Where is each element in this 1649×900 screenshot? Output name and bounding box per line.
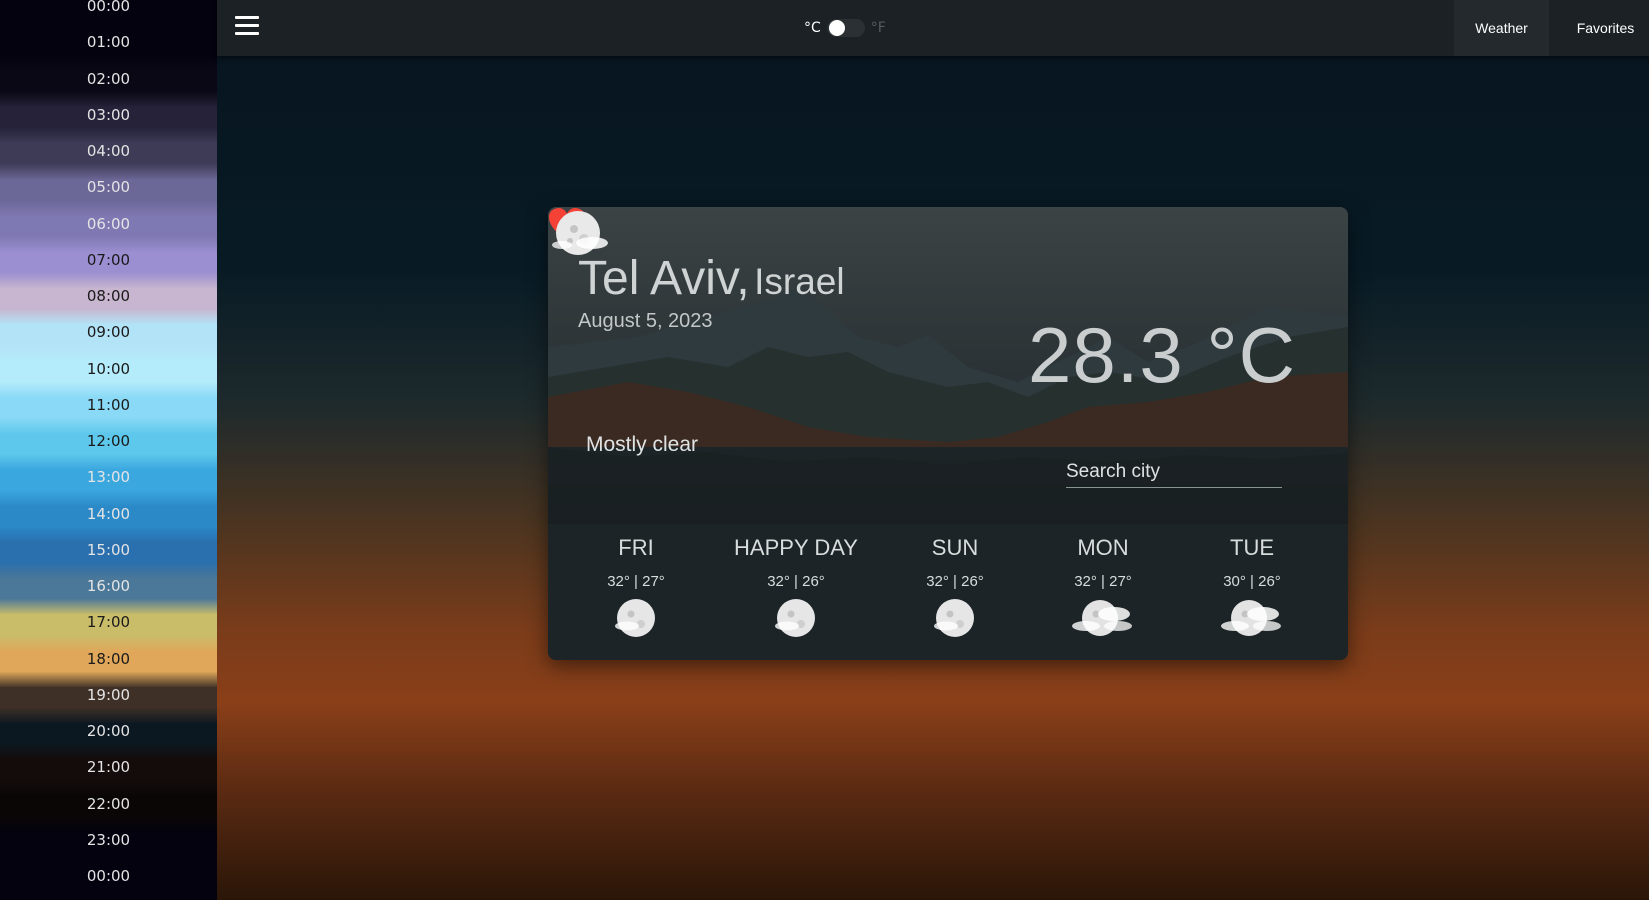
moon-partly-cloudy-icon xyxy=(615,599,655,637)
sidebar-hour-row: 11:00 xyxy=(0,396,217,434)
sidebar-hour-row: 09:00 xyxy=(0,324,217,362)
sidebar-hour-row: 15:00 xyxy=(0,541,217,579)
sidebar-hour-row: 17:00 xyxy=(0,614,217,652)
forecast-day-temps: 32° | 27° xyxy=(607,573,665,590)
sidebar-hour-row: 12:00 xyxy=(0,432,217,471)
forecast-day-temps: 32° | 26° xyxy=(926,573,984,590)
sidebar-hour-row: 00:00 xyxy=(0,867,217,900)
sidebar-hour-row: 04:00 xyxy=(0,142,217,181)
top-navbar: °C °F Weather Favorites xyxy=(217,0,1649,56)
unit-switch[interactable] xyxy=(826,19,865,37)
sidebar-hour-row: 16:00 xyxy=(0,577,217,616)
sidebar-hour-row: 08:00 xyxy=(0,287,217,326)
search-city-input[interactable] xyxy=(1066,457,1282,488)
forecast-day: TUE 30° | 26° xyxy=(1172,524,1332,642)
sidebar-hour-row: 10:00 xyxy=(0,360,217,398)
moon-partly-cloudy-icon xyxy=(775,599,815,637)
unit-toggle[interactable]: °C °F xyxy=(804,16,886,40)
nav-weather-link[interactable]: Weather xyxy=(1454,0,1549,56)
sidebar-hour-row: 23:00 xyxy=(0,831,217,869)
sidebar-hour-row: 05:00 xyxy=(0,179,217,217)
sidebar-hour-row: 14:00 xyxy=(0,505,217,543)
forecast-day-name: HAPPY DAY xyxy=(734,535,858,560)
fahrenheit-label: °F xyxy=(870,20,886,36)
forecast-day: MON 32° | 27° xyxy=(1023,524,1183,642)
forecast-day-name: TUE xyxy=(1230,535,1274,560)
nav-favorites-link[interactable]: Favorites xyxy=(1562,0,1649,56)
sidebar-hour-row: 06:00 xyxy=(0,215,217,253)
hour-sidebar: 00:00 01:00 02:00 03:00 04:00 05:00 06:00 07:00… xyxy=(0,0,217,900)
forecast-day-name: MON xyxy=(1077,535,1129,560)
forecast-day-temps: 32° | 27° xyxy=(1074,573,1132,590)
sidebar-hour-row: 13:00 xyxy=(0,469,217,507)
current-temperature: 28.3 °C xyxy=(1027,311,1296,399)
sidebar-hour-row: 07:00 xyxy=(0,251,217,289)
sidebar-hour-row: 21:00 xyxy=(0,759,217,797)
moon-cloudy-icon xyxy=(1221,600,1281,636)
sidebar-hour-row: 01:00 xyxy=(0,34,217,72)
sidebar-hour-row: 18:00 xyxy=(0,650,217,688)
moon-partly-cloudy-icon xyxy=(552,211,608,255)
location-title: Tel Aviv, Israel xyxy=(578,251,845,306)
forecast-day: HAPPY DAY 32° | 26° xyxy=(716,524,876,642)
current-date: August 5, 2023 xyxy=(578,310,713,332)
forecast-day-temps: 30° | 26° xyxy=(1223,573,1281,590)
condition-text: Mostly clear xyxy=(586,433,699,456)
celsius-label: °C xyxy=(804,20,821,36)
sidebar-hour-row: 19:00 xyxy=(0,686,217,724)
country-name: Israel xyxy=(754,261,845,302)
weather-card: Tel Aviv, Israel August 5, 2023 28.3 °C … xyxy=(548,207,1348,660)
weather-hero: Tel Aviv, Israel August 5, 2023 28.3 °C … xyxy=(548,207,1348,524)
sidebar-hour-row: 03:00 xyxy=(0,106,217,144)
hamburger-menu-icon[interactable] xyxy=(235,14,261,38)
moon-partly-cloudy-icon xyxy=(934,599,974,637)
sidebar-hour-row: 02:00 xyxy=(0,70,217,108)
forecast-day-temps: 32° | 26° xyxy=(767,573,825,590)
forecast-day: SUN 32° | 26° xyxy=(875,524,1035,642)
forecast-day: FRI 32° | 27° xyxy=(556,524,716,642)
forecast-day-name: SUN xyxy=(931,535,979,560)
forecast-day-name: FRI xyxy=(618,535,654,560)
sidebar-hour-row: 20:00 xyxy=(0,722,217,761)
unit-switch-knob xyxy=(828,20,845,36)
sidebar-hour-row: 22:00 xyxy=(0,795,217,833)
moon-cloudy-icon xyxy=(1072,600,1132,636)
sidebar-hour-row: 00:00 xyxy=(0,0,217,36)
forecast-strip: FRI 32° | 27° HAPPY DAY 32° | 26° SUN 32… xyxy=(548,524,1348,660)
